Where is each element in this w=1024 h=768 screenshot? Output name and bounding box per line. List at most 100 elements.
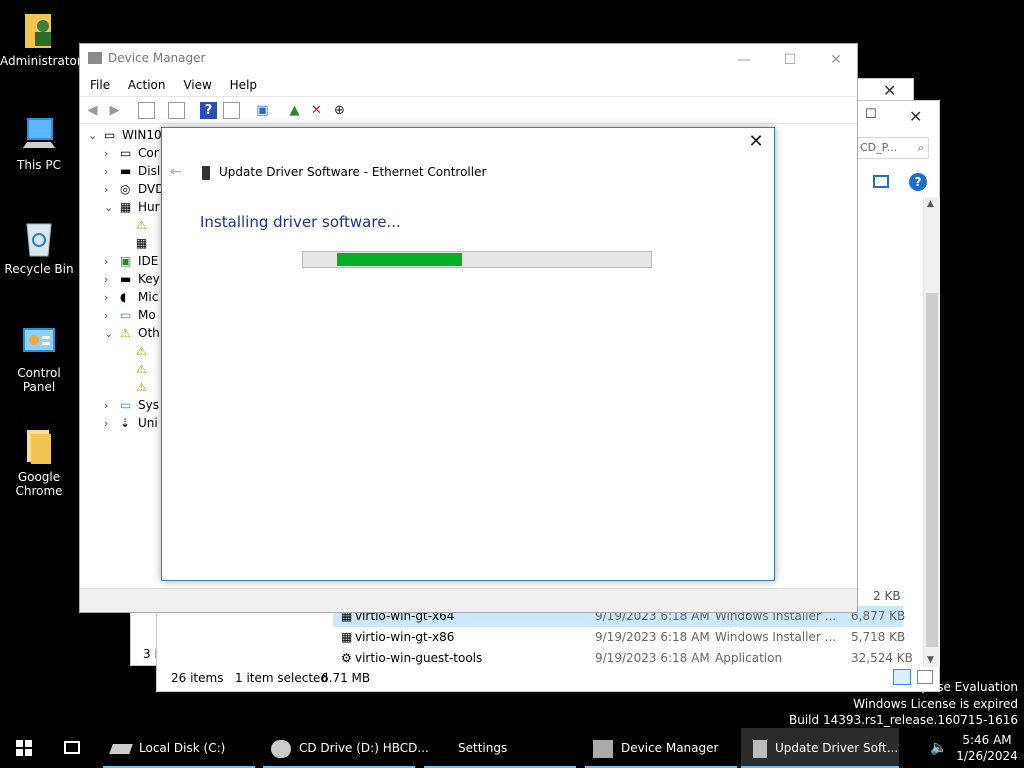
tree-child-item[interactable]: ▦ — [136, 234, 154, 252]
device-icon — [753, 739, 767, 758]
recycle-bin-icon — [26, 223, 52, 257]
tree-child-item[interactable]: ⚠ — [136, 378, 154, 396]
tree-item[interactable]: › ▬ Key — [104, 270, 160, 288]
tree-item[interactable]: › ◖ Mic — [104, 288, 158, 306]
chevron-right-icon[interactable]: › — [104, 163, 120, 181]
tree-item[interactable]: › ◎ DVD — [104, 180, 164, 198]
menu-action[interactable]: Action — [128, 74, 166, 96]
desktop-icon-label: Recycle Bin — [4, 262, 74, 276]
search-input[interactable]: CD_P... — [860, 141, 897, 154]
menu-bar: File Action View Help — [80, 74, 857, 96]
tree-child-item[interactable]: ⚠ — [136, 342, 154, 360]
control-panel-icon — [23, 328, 55, 352]
chevron-right-icon[interactable]: › — [104, 289, 120, 307]
chevron-right-icon[interactable]: › — [104, 181, 120, 199]
chevron-right-icon[interactable]: › — [104, 253, 120, 271]
chevron-right-icon[interactable]: › — [104, 307, 120, 325]
maximize-icon[interactable]: ☐ — [865, 107, 877, 122]
close-button[interactable]: ✕ — [746, 132, 766, 152]
watermark-line: Windows License is expired — [853, 697, 1018, 711]
update-driver-icon[interactable]: ▲ — [286, 102, 303, 119]
taskbar-item-device-manager[interactable]: Device Manager — [585, 728, 737, 768]
dialog-heading: Installing driver software... — [200, 213, 401, 231]
dvd-icon: ◎ — [120, 182, 131, 196]
scrollbar-thumb[interactable] — [926, 293, 938, 647]
tree-item[interactable]: › ⇣ Uni — [104, 414, 158, 432]
close-icon[interactable]: ✕ — [883, 81, 896, 100]
clock[interactable]: 5:46 AM 1/26/2024 — [956, 728, 1018, 768]
uninstall-icon[interactable]: ✕ — [308, 102, 325, 119]
desktop-icon-label: This PC — [17, 158, 61, 172]
tree-item[interactable]: › ▭ Cor — [104, 144, 159, 162]
tree-child-item[interactable]: ⚠ — [136, 360, 154, 378]
dialog-title: Update Driver Software - Ethernet Contro… — [219, 165, 487, 179]
menu-file[interactable]: File — [90, 74, 110, 96]
details-view-icon[interactable] — [893, 669, 911, 685]
tree-item[interactable]: › ▭ Sys — [104, 396, 159, 414]
action-pane-icon[interactable] — [223, 102, 240, 119]
tree-item[interactable]: ⌄ ▦ Hur — [104, 198, 160, 216]
maximize-button[interactable]: ☐ — [767, 47, 813, 73]
show-hide-console-tree-icon[interactable] — [138, 102, 155, 119]
warning-device-icon: ⚠ — [136, 380, 147, 394]
desktop-icon-label: Administrator — [0, 54, 82, 68]
title-bar[interactable]: Device Manager — ☐ ✕ — [80, 44, 857, 74]
drive-icon — [109, 743, 133, 754]
tree-item[interactable]: › ▬ Disl — [104, 162, 160, 180]
monitor-icon: ▭ — [120, 308, 132, 322]
chevron-right-icon[interactable]: › — [104, 397, 120, 415]
chevron-right-icon[interactable]: › — [104, 415, 120, 433]
desktop-icon-administrator[interactable]: Administrator — [0, 10, 82, 68]
close-button[interactable]: ✕ — [813, 47, 859, 73]
desktop-icon-control-panel[interactable]: Control Panel — [0, 322, 78, 394]
chevron-right-icon[interactable]: › — [104, 271, 120, 289]
scroll-down-icon[interactable]: ▼ — [927, 655, 934, 665]
menu-help[interactable]: Help — [230, 74, 257, 96]
desktop-icon-recycle-bin[interactable]: Recycle Bin — [0, 218, 78, 276]
preview-pane-icon[interactable] — [873, 175, 889, 188]
file-type: Windows Installer ... — [715, 630, 837, 644]
tree-item[interactable]: ⌄ ⚠ Oth — [104, 324, 160, 342]
tree-item[interactable]: › ▣ IDE — [104, 252, 158, 270]
volume-button[interactable]: 🔈 — [930, 728, 954, 768]
device-manager-icon — [88, 52, 102, 64]
tree-child-item[interactable]: ⚠ — [136, 216, 154, 234]
progress-bar — [302, 251, 652, 268]
file-row[interactable]: ▦ virtio-win-gt-x86 9/19/2023 6:18 AM Wi… — [333, 627, 905, 648]
properties-icon[interactable] — [168, 102, 185, 119]
download-icon[interactable]: ⊕ — [331, 102, 348, 119]
menu-view[interactable]: View — [183, 74, 211, 96]
close-icon[interactable]: ✕ — [909, 107, 922, 126]
desktop-icon-google-chrome[interactable]: Google Chrome — [0, 426, 78, 498]
search-box[interactable]: CD_P... ⌕ — [857, 137, 929, 159]
taskbar-item-cd-drive[interactable]: CD Drive (D:) HBCD... — [263, 728, 429, 768]
taskbar-item-local-disk[interactable]: Local Disk (C:) — [103, 728, 255, 768]
vertical-scrollbar[interactable]: ▲ ▼ — [923, 197, 940, 667]
chevron-down-icon[interactable]: ⌄ — [104, 325, 120, 343]
keyboard-icon: ▦ — [120, 200, 132, 214]
help-icon[interactable]: ? — [909, 173, 927, 191]
task-view-button[interactable] — [48, 728, 96, 768]
warning-device-icon: ⚠ — [136, 218, 147, 232]
desktop-icon-this-pc[interactable]: This PC — [0, 114, 78, 172]
chevron-down-icon[interactable]: ⌄ — [104, 199, 120, 217]
desktop-icon-label: Google Chrome — [15, 470, 63, 498]
taskbar-item-settings[interactable]: Settings — [424, 728, 576, 768]
tree-item[interactable]: › ▭ Mo — [104, 306, 156, 324]
back-arrow-icon[interactable]: ◀ — [84, 102, 101, 119]
update-driver-dialog[interactable]: ✕ ← Update Driver Software - Ethernet Co… — [161, 127, 775, 581]
back-arrow-icon[interactable]: ← — [170, 164, 182, 180]
forward-arrow-icon[interactable]: ▶ — [106, 102, 123, 119]
taskbar-item-update-driver[interactable]: Update Driver Soft... — [741, 728, 899, 768]
start-button[interactable] — [0, 728, 48, 768]
device-manager-icon — [593, 739, 613, 758]
help-icon[interactable]: ? — [200, 102, 217, 119]
tree-root[interactable]: ⌄ ▭ WIN10 — [88, 126, 162, 144]
scroll-up-icon[interactable]: ▲ — [927, 199, 934, 209]
chevron-right-icon[interactable]: › — [104, 145, 120, 163]
minimize-button[interactable]: — — [721, 47, 767, 73]
device-icon — [202, 166, 210, 180]
scan-hardware-icon[interactable]: ▣ — [254, 102, 271, 119]
computer-icon: ▭ — [104, 128, 116, 142]
chevron-down-icon[interactable]: ⌄ — [88, 127, 104, 145]
